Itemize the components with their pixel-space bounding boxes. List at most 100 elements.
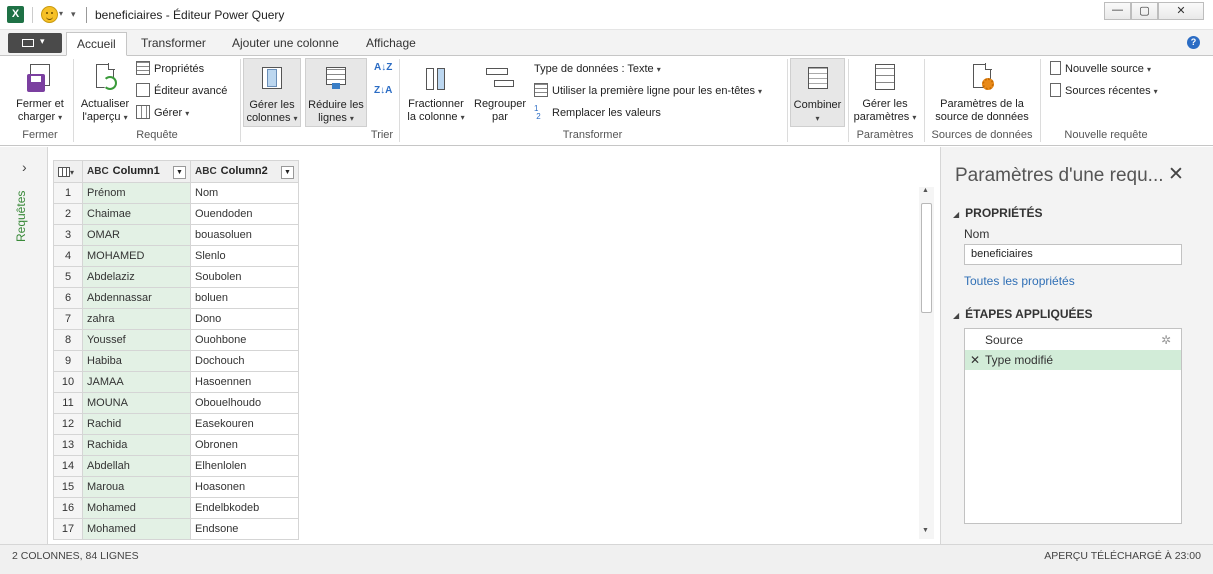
scroll-up-icon[interactable]: ▲	[922, 187, 929, 194]
feedback-smiley-icon[interactable]	[41, 6, 58, 23]
cell-column2[interactable]: Nom	[190, 182, 299, 204]
cell-column1[interactable]: Maroua	[82, 476, 191, 498]
column-header-2[interactable]: ABC Column2 ▼	[190, 160, 299, 183]
applied-steps-section-header[interactable]: ◢ ÉTAPES APPLIQUÉES	[953, 307, 1093, 321]
query-name-field[interactable]: beneficiaires	[964, 244, 1182, 265]
combine-button[interactable]: Combiner ▾	[790, 58, 845, 127]
cell-column1[interactable]: Abdelaziz	[82, 266, 191, 288]
column-filter-dropdown-icon[interactable]: ▼	[281, 165, 294, 179]
properties-section-header[interactable]: ◢ PROPRIÉTÉS	[953, 206, 1043, 220]
cell-column1[interactable]: JAMAA	[82, 371, 191, 393]
cell-column2[interactable]: Hasoennen	[190, 371, 299, 393]
cell-column1[interactable]: Abdellah	[82, 455, 191, 477]
quick-access-customize-icon[interactable]: ▾	[71, 9, 76, 20]
cell-column2[interactable]: Hoasonen	[190, 476, 299, 498]
gear-icon[interactable]: ✲	[1161, 330, 1171, 350]
cell-column1[interactable]: Youssef	[82, 329, 191, 351]
column-filter-dropdown-icon[interactable]: ▼	[173, 165, 186, 179]
cell-column2[interactable]: bouasoluen	[190, 224, 299, 246]
smiley-dropdown-icon[interactable]: ▾	[59, 9, 63, 18]
cell-column1[interactable]: zahra	[82, 308, 191, 330]
cell-column2[interactable]: Elhenlolen	[190, 455, 299, 477]
vertical-scrollbar[interactable]: ▲ ▼	[919, 187, 934, 539]
cell-column1[interactable]: Habiba	[82, 350, 191, 372]
scroll-down-icon[interactable]: ▼	[922, 527, 929, 534]
cell-column1[interactable]: Prénom	[82, 182, 191, 204]
delete-step-icon[interactable]: ✕	[970, 350, 980, 370]
manage-button[interactable]: Gérer ▾	[136, 104, 189, 122]
use-first-row-headers-button[interactable]: Utiliser la première ligne pour les en-t…	[534, 82, 762, 100]
row-number[interactable]: 12	[53, 413, 83, 435]
reduce-rows-button[interactable]: Réduire les lignes ▾	[305, 58, 367, 127]
cell-column2[interactable]: Soubolen	[190, 266, 299, 288]
row-number[interactable]: 13	[53, 434, 83, 456]
cell-column2[interactable]: boluen	[190, 287, 299, 309]
cell-column1[interactable]: MOUNA	[82, 392, 191, 414]
data-source-settings-button[interactable]: Paramètres de la source de données	[928, 62, 1036, 124]
row-number[interactable]: 16	[53, 497, 83, 519]
close-and-load-button[interactable]: Fermer et charger ▾	[10, 62, 70, 124]
cell-column2[interactable]: Ouendoden	[190, 203, 299, 225]
recent-sources-button[interactable]: Sources récentes ▾	[1050, 82, 1158, 100]
tab-transformer[interactable]: Transformer	[131, 32, 216, 56]
row-number[interactable]: 2	[53, 203, 83, 225]
sort-ascending-icon[interactable]: A↓Z	[374, 59, 392, 77]
close-icon[interactable]: ✕	[1168, 163, 1184, 186]
row-number[interactable]: 3	[53, 224, 83, 246]
row-number[interactable]: 8	[53, 329, 83, 351]
cell-column1[interactable]: Abdennassar	[82, 287, 191, 309]
row-number[interactable]: 7	[53, 308, 83, 330]
step-type-modifie[interactable]: ✕ Type modifié	[965, 350, 1181, 370]
replace-values-button[interactable]: 1 2 Remplacer les valeurs	[534, 104, 661, 122]
manage-parameters-button[interactable]: Gérer les paramètres ▾	[850, 62, 920, 124]
cell-column2[interactable]: Endsone	[190, 518, 299, 540]
step-source[interactable]: Source ✲	[965, 330, 1181, 350]
cell-column2[interactable]: Ouohbone	[190, 329, 299, 351]
row-number[interactable]: 4	[53, 245, 83, 267]
queries-pane-label[interactable]: Requêtes	[14, 191, 28, 242]
cell-column1[interactable]: Mohamed	[82, 518, 191, 540]
advanced-editor-button[interactable]: Éditeur avancé	[136, 82, 227, 100]
text-type-icon[interactable]: ABC	[87, 166, 109, 177]
cell-column2[interactable]: Easekouren	[190, 413, 299, 435]
row-number[interactable]: 15	[53, 476, 83, 498]
tab-ajouter-colonne[interactable]: Ajouter une colonne	[222, 32, 349, 56]
cell-column1[interactable]: Rachida	[82, 434, 191, 456]
cell-column2[interactable]: Obouelhoudo	[190, 392, 299, 414]
row-number[interactable]: 1	[53, 182, 83, 204]
cell-column2[interactable]: Endelbkodeb	[190, 497, 299, 519]
help-icon[interactable]: ?	[1187, 36, 1200, 49]
new-source-button[interactable]: Nouvelle source ▾	[1050, 60, 1151, 78]
split-column-button[interactable]: Fractionner la colonne ▾	[404, 62, 468, 124]
cell-column2[interactable]: Slenlo	[190, 245, 299, 267]
cell-column1[interactable]: Mohamed	[82, 497, 191, 519]
row-number[interactable]: 5	[53, 266, 83, 288]
column-header-1[interactable]: ABC Column1 ▼	[82, 160, 191, 183]
row-number[interactable]: 14	[53, 455, 83, 477]
text-type-icon[interactable]: ABC	[195, 166, 217, 177]
file-menu-button[interactable]: ▾	[8, 33, 62, 53]
cell-column2[interactable]: Dono	[190, 308, 299, 330]
scrollbar-thumb[interactable]	[921, 203, 932, 313]
all-properties-link[interactable]: Toutes les propriétés	[964, 274, 1075, 288]
expand-queries-chevron-icon[interactable]: ›	[22, 159, 27, 175]
cell-column1[interactable]: OMAR	[82, 224, 191, 246]
row-number[interactable]: 11	[53, 392, 83, 414]
cell-column2[interactable]: Obronen	[190, 434, 299, 456]
group-by-button[interactable]: Regrouper par	[470, 62, 530, 124]
row-number[interactable]: 6	[53, 287, 83, 309]
cell-column1[interactable]: Rachid	[82, 413, 191, 435]
close-button[interactable]: ✕	[1158, 2, 1204, 20]
cell-column1[interactable]: MOHAMED	[82, 245, 191, 267]
row-number[interactable]: 17	[53, 518, 83, 540]
minimize-button[interactable]: —	[1104, 2, 1131, 20]
row-number[interactable]: 10	[53, 371, 83, 393]
manage-columns-button[interactable]: Gérer les colonnes ▾	[243, 58, 301, 127]
tab-affichage[interactable]: Affichage	[356, 32, 426, 56]
maximize-button[interactable]: ▢	[1131, 2, 1158, 20]
sort-descending-icon[interactable]: Z↓A	[374, 82, 392, 100]
cell-column2[interactable]: Dochouch	[190, 350, 299, 372]
properties-button[interactable]: Propriétés	[136, 60, 204, 78]
table-menu-icon[interactable]: ▾	[53, 160, 83, 183]
tab-accueil[interactable]: Accueil	[66, 32, 127, 56]
